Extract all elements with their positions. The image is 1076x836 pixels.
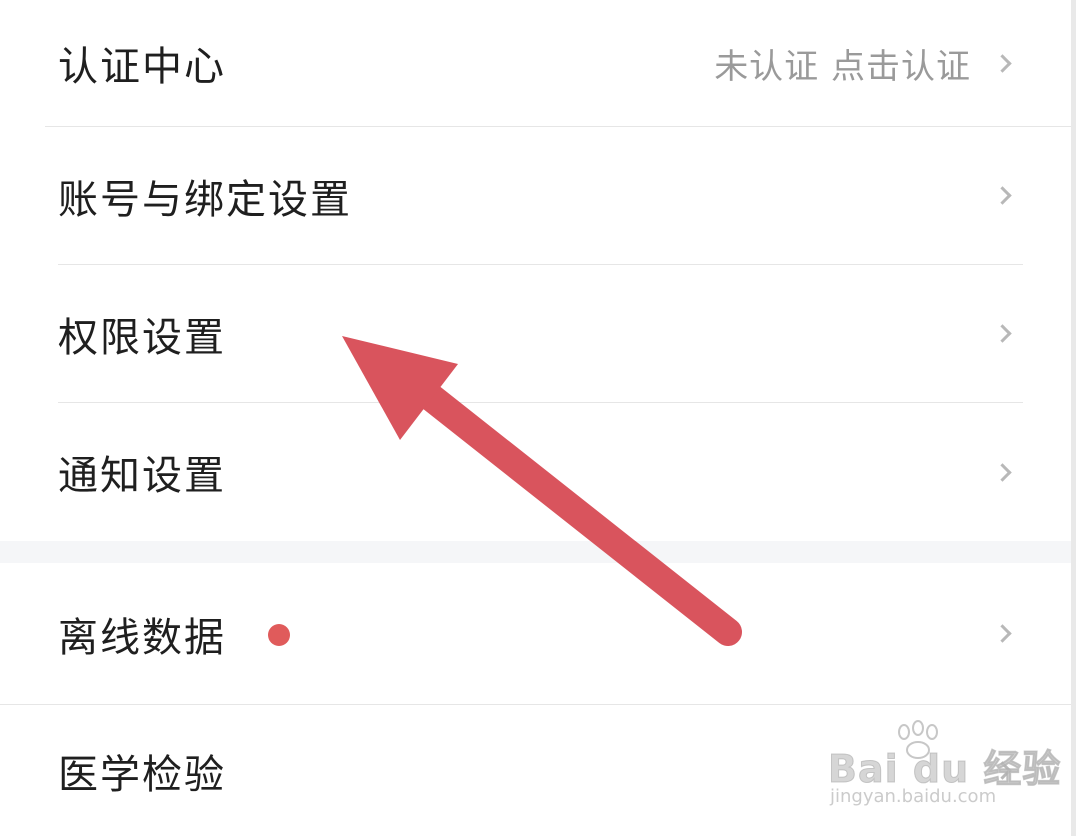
settings-item-label: 通知设置 [58,453,226,499]
chevron-right-icon [993,624,1012,643]
settings-item-certification-center[interactable]: 认证中心 未认证 点击认证 [0,0,1071,126]
settings-item-label: 医学检验 [58,751,226,798]
chevron-right-icon [993,761,1012,780]
settings-item-offline-data[interactable]: 离线数据 [0,563,1071,704]
settings-item-notifications[interactable]: 通知设置 [0,403,1071,541]
settings-item-label: 离线数据 [58,614,226,661]
settings-item-permissions[interactable]: 权限设置 [0,265,1071,402]
settings-item-label: 认证中心 [58,44,226,90]
settings-item-label: 权限设置 [58,314,226,361]
red-dot-badge [268,624,290,646]
settings-item-account-binding[interactable]: 账号与绑定设置 [0,127,1071,264]
settings-item-medical-test[interactable]: 医学检验 [0,705,1071,836]
section-separator [0,541,1071,563]
chevron-right-icon [993,186,1012,205]
chevron-right-icon [993,53,1012,73]
certification-status: 未认证 点击认证 [714,46,971,87]
chevron-right-icon [993,324,1012,343]
scroll-edge [1071,0,1076,836]
settings-item-label: 账号与绑定设置 [58,176,352,223]
chevron-right-icon [993,462,1012,482]
settings-screen: 认证中心 未认证 点击认证 账号与绑定设置 权限设置 通知设置 离线数据 医学检… [0,0,1076,836]
